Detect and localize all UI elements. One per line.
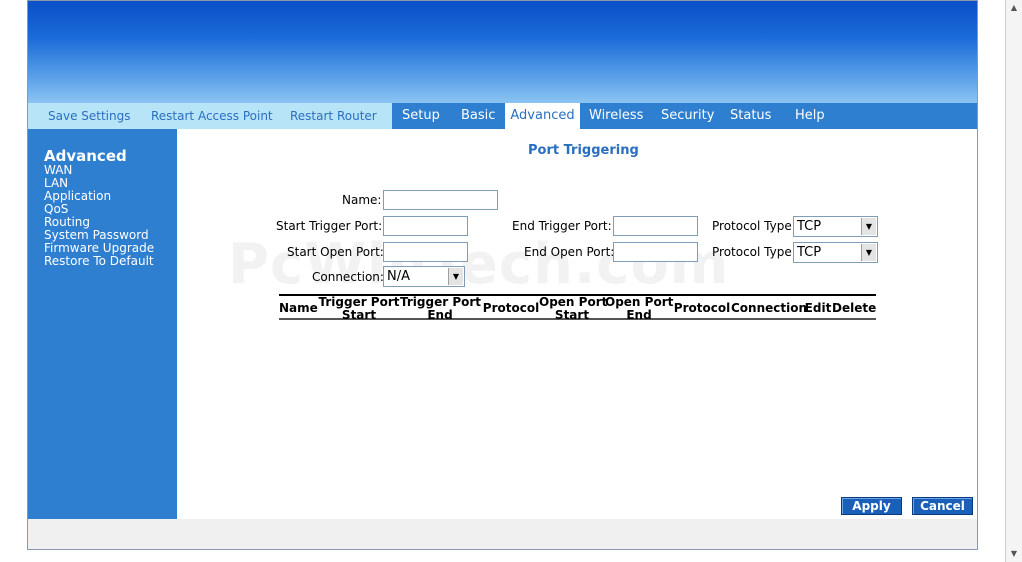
chevron-down-icon[interactable]: ▼ xyxy=(861,244,876,261)
top-navbar: Save Settings Restart Access Point Resta… xyxy=(28,103,977,129)
save-settings-link[interactable]: Save Settings xyxy=(48,103,131,129)
name-input[interactable] xyxy=(383,190,498,210)
footer-bar xyxy=(28,519,977,549)
col-name: Name xyxy=(279,301,318,315)
col-edit: Edit xyxy=(804,301,832,315)
col-connection: Connection xyxy=(731,301,808,315)
col-trigger-port-start: Trigger Port Start xyxy=(318,295,400,322)
port-trigger-table-header: Name Trigger Port Start Trigger Port End P… xyxy=(279,294,877,322)
scroll-down-icon[interactable]: ▼ xyxy=(1006,546,1022,562)
end-trigger-port-label: End Trigger Port: xyxy=(512,219,612,233)
open-protocol-select[interactable]: TCP ▼ xyxy=(793,242,878,263)
sidebar: Advanced WAN LAN Application QoS Routing… xyxy=(28,129,177,519)
trigger-protocol-type-label: Protocol Type xyxy=(712,219,792,233)
tab-advanced[interactable]: Advanced xyxy=(505,103,580,129)
start-trigger-port-input[interactable] xyxy=(383,216,468,236)
trigger-protocol-value: TCP xyxy=(797,219,822,234)
connection-value: N/A xyxy=(387,269,410,284)
col-delete: Delete xyxy=(832,301,877,315)
page-title: Port Triggering xyxy=(528,143,639,158)
sidebar-item-restore-to-default[interactable]: Restore To Default xyxy=(44,255,154,268)
start-open-port-input[interactable] xyxy=(383,242,468,262)
end-trigger-port-input[interactable] xyxy=(613,216,698,236)
name-label: Name: xyxy=(342,193,382,207)
chevron-down-icon[interactable]: ▼ xyxy=(861,218,876,235)
connection-select[interactable]: N/A ▼ xyxy=(383,266,465,287)
col-open-protocol: Protocol xyxy=(673,301,731,315)
end-open-port-label: End Open Port: xyxy=(524,245,615,259)
tab-help[interactable]: Help xyxy=(795,103,825,129)
restart-access-point-link[interactable]: Restart Access Point xyxy=(151,103,273,129)
chevron-down-icon[interactable]: ▼ xyxy=(448,268,463,285)
open-protocol-value: TCP xyxy=(797,245,822,260)
restart-router-link[interactable]: Restart Router xyxy=(290,103,377,129)
tab-status[interactable]: Status xyxy=(730,103,771,129)
start-trigger-port-label: Start Trigger Port: xyxy=(276,219,383,233)
col-trigger-protocol: Protocol xyxy=(482,301,540,315)
main-content xyxy=(177,129,977,519)
col-open-port-end: Open Port End xyxy=(605,295,674,322)
header-banner xyxy=(28,1,977,103)
trigger-protocol-select[interactable]: TCP ▼ xyxy=(793,216,878,237)
open-protocol-type-label: Protocol Type xyxy=(712,245,792,259)
start-open-port-label: Start Open Port: xyxy=(287,245,384,259)
apply-button[interactable]: Apply xyxy=(841,497,902,515)
tab-security[interactable]: Security xyxy=(661,103,714,129)
tab-setup[interactable]: Setup xyxy=(402,103,440,129)
sidebar-menu: WAN LAN Application QoS Routing System P… xyxy=(44,164,154,268)
col-open-port-start: Open Port Start xyxy=(539,295,608,322)
scroll-up-icon[interactable]: ▲ xyxy=(1006,0,1022,16)
cancel-button[interactable]: Cancel xyxy=(912,497,973,515)
col-trigger-port-end: Trigger Port End xyxy=(400,295,482,322)
end-open-port-input[interactable] xyxy=(613,242,698,262)
tab-wireless[interactable]: Wireless xyxy=(589,103,643,129)
tab-basic[interactable]: Basic xyxy=(461,103,495,129)
vertical-scrollbar[interactable]: ▲ ▼ xyxy=(1005,0,1022,562)
connection-label: Connection: xyxy=(312,270,384,284)
